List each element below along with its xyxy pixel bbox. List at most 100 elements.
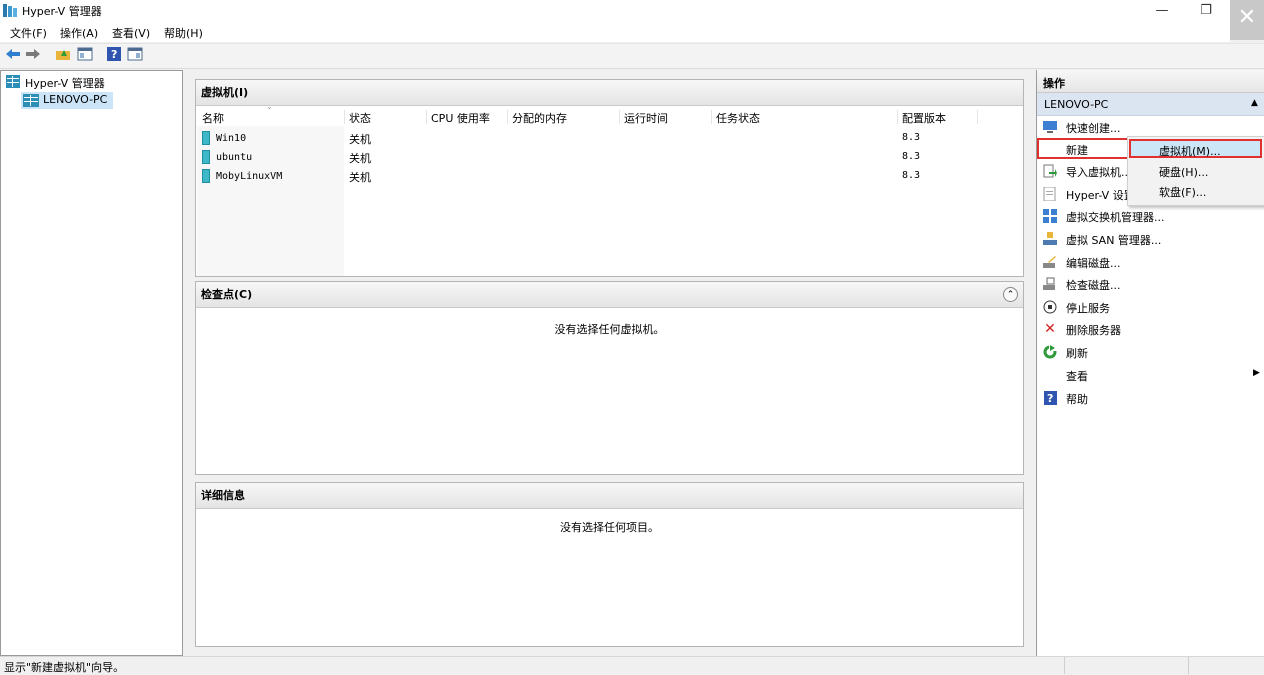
column-name[interactable]: 名称 <box>202 110 224 126</box>
svg-text:?: ? <box>111 48 117 61</box>
up-folder-icon[interactable] <box>54 47 72 64</box>
tree-root-hyperv-manager[interactable]: Hyper-V 管理器 <box>25 75 105 91</box>
action-label: 停止服务 <box>1066 302 1110 315</box>
status-bar: 显示"新建虚拟机"向导。 <box>0 656 1264 675</box>
submenu-label: 虚拟机(M)... <box>1159 145 1221 158</box>
vm-panel-header: 虚拟机(I) <box>196 80 1023 106</box>
forward-arrow-icon[interactable] <box>24 47 42 64</box>
stop-service-icon <box>1043 300 1057 314</box>
minimize-button[interactable]: — <box>1140 0 1184 22</box>
tree-item-lenovo-pc[interactable]: LENOVO-PC <box>21 92 113 109</box>
collapse-section-icon[interactable]: ▲ <box>1251 98 1258 108</box>
menu-view[interactable]: 查看(V) <box>112 25 150 41</box>
column-state[interactable]: 状态 <box>349 110 371 126</box>
vm-icon <box>202 150 210 164</box>
vm-icon <box>202 169 210 183</box>
action-quick-create[interactable]: 快速创建... <box>1037 117 1264 137</box>
action-label: 帮助 <box>1066 393 1088 406</box>
hyperv-manager-icon <box>6 75 20 88</box>
checkpoints-panel-header: 检查点(C) <box>196 282 1023 308</box>
submenu-label: 软盘(F)... <box>1159 186 1207 199</box>
show-hide-console-tree-icon[interactable] <box>76 47 94 64</box>
table-row[interactable]: MobyLinuxVM 关机 8.3 <box>197 168 1023 186</box>
toolbar: ? <box>0 43 1264 69</box>
column-memory[interactable]: 分配的内存 <box>512 110 567 126</box>
action-label: 虚拟 SAN 管理器... <box>1066 234 1162 247</box>
section-title: LENOVO-PC <box>1044 98 1109 111</box>
window-title: Hyper-V 管理器 <box>22 5 102 18</box>
console-tree: Hyper-V 管理器 LENOVO-PC <box>0 70 183 656</box>
quick-create-icon <box>1043 120 1057 134</box>
column-uptime[interactable]: 运行时间 <box>624 110 668 126</box>
submenu-item-floppy-disk[interactable]: 软盘(F)... <box>1129 182 1262 201</box>
column-divider <box>619 110 620 124</box>
submenu-item-virtual-machine[interactable]: 虚拟机(M)... <box>1129 139 1262 158</box>
action-label: 刷新 <box>1066 347 1088 360</box>
menu-file[interactable]: 文件(F) <box>10 25 47 41</box>
vm-state: 关机 <box>349 152 371 165</box>
help-icon: ? <box>1043 391 1057 405</box>
action-label: 虚拟交换机管理器... <box>1066 211 1165 224</box>
refresh-icon <box>1043 345 1057 359</box>
svg-text:?: ? <box>1047 392 1053 405</box>
tree-item-label: LENOVO-PC <box>43 93 108 106</box>
submenu-item-hard-disk[interactable]: 硬盘(H)... <box>1129 162 1262 181</box>
column-divider <box>344 110 345 124</box>
action-label: 查看 <box>1066 370 1088 383</box>
back-arrow-icon[interactable] <box>4 47 22 64</box>
remove-server-icon: ✕ <box>1044 321 1056 337</box>
status-divider <box>1188 657 1189 674</box>
vm-version: 8.3 <box>902 170 921 181</box>
action-view[interactable]: 查看 ▶ <box>1037 365 1264 385</box>
title-bar: Hyper-V 管理器 — ❐ <box>0 0 1264 22</box>
action-inspect-disk[interactable]: 检查磁盘... <box>1037 274 1264 294</box>
edit-disk-icon <box>1043 255 1057 269</box>
action-label: 快速创建... <box>1066 122 1121 135</box>
help-icon[interactable]: ? <box>105 47 123 64</box>
action-refresh[interactable]: 刷新 <box>1037 342 1264 362</box>
column-divider <box>711 110 712 124</box>
restore-button[interactable]: ❐ <box>1184 0 1228 22</box>
action-remove-server[interactable]: ✕ 删除服务器 <box>1037 319 1264 339</box>
hyperv-settings-icon <box>1043 186 1057 202</box>
vm-version: 8.3 <box>902 151 921 162</box>
actions-section-lenovo-pc[interactable]: LENOVO-PC ▲ <box>1037 93 1264 116</box>
vm-name: MobyLinuxVM <box>216 171 283 182</box>
menu-help[interactable]: 帮助(H) <box>164 25 203 41</box>
action-label: 编辑磁盘... <box>1066 257 1121 270</box>
menu-action[interactable]: 操作(A) <box>60 25 98 41</box>
column-task-status[interactable]: 任务状态 <box>716 110 760 126</box>
vm-name: ubuntu <box>216 152 253 163</box>
column-divider <box>426 110 427 124</box>
action-virtual-san-manager[interactable]: 虚拟 SAN 管理器... <box>1037 229 1264 249</box>
column-divider <box>507 110 508 124</box>
show-hide-action-pane-icon[interactable] <box>126 47 144 64</box>
menu-bar: 文件(F) 操作(A) 查看(V) 帮助(H) <box>0 22 1230 42</box>
table-row[interactable]: ubuntu 关机 8.3 <box>197 149 1023 167</box>
status-text: 显示"新建虚拟机"向导。 <box>4 661 125 674</box>
hyperv-app-icon <box>3 4 18 17</box>
column-config-version[interactable]: 配置版本 <box>902 110 946 126</box>
column-cpu[interactable]: CPU 使用率 <box>431 110 490 126</box>
virtual-switch-icon <box>1043 209 1057 223</box>
virtual-san-icon <box>1043 232 1057 246</box>
column-divider <box>897 110 898 124</box>
details-empty-text: 没有选择任何项目。 <box>560 521 659 534</box>
status-divider <box>1064 657 1065 674</box>
close-button[interactable]: ✕ <box>1230 0 1264 40</box>
action-edit-disk[interactable]: 编辑磁盘... <box>1037 252 1264 272</box>
action-stop-service[interactable]: 停止服务 <box>1037 297 1264 317</box>
new-submenu: 虚拟机(M)... 硬盘(H)... 软盘(F)... <box>1127 136 1264 206</box>
collapse-panel-button[interactable]: ⌃ <box>1003 287 1018 302</box>
vm-state: 关机 <box>349 171 371 184</box>
vm-icon <box>202 131 210 145</box>
column-divider <box>977 110 978 124</box>
table-row[interactable]: Win10 关机 8.3 <box>197 130 1023 148</box>
action-new[interactable]: 新建 <box>1037 138 1129 159</box>
vm-version: 8.3 <box>902 132 921 143</box>
action-help[interactable]: ? 帮助 <box>1037 388 1264 408</box>
submenu-arrow-icon: ▶ <box>1253 368 1260 378</box>
action-label: 删除服务器 <box>1066 324 1121 337</box>
actions-title: 操作 <box>1043 77 1065 90</box>
action-virtual-switch-manager[interactable]: 虚拟交换机管理器... <box>1037 206 1264 226</box>
